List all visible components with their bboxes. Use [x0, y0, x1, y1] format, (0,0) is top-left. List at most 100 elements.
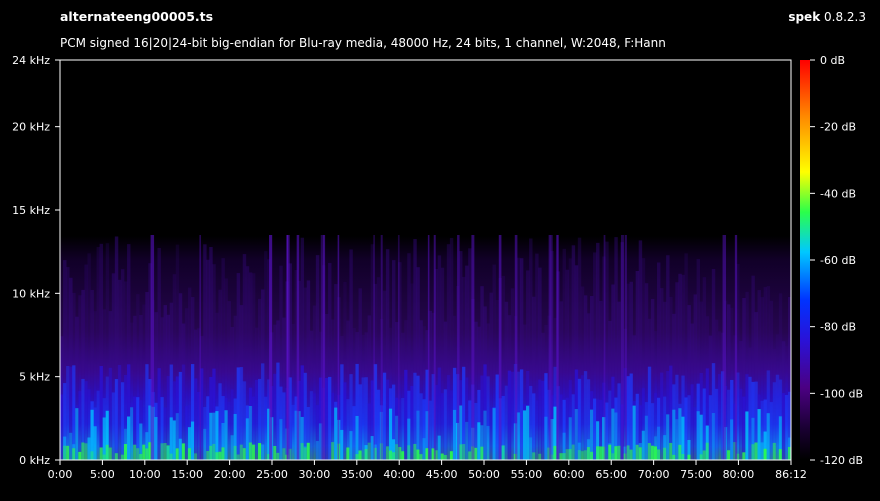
y-tick-label: 20 kHz [12, 121, 50, 134]
spectrogram-column [184, 406, 189, 460]
spectrogram-column [352, 406, 356, 460]
spectrogram-column [276, 452, 280, 460]
spectrogram-column [583, 450, 588, 460]
spectrogram-column [221, 447, 225, 460]
spectrogram-column [766, 413, 771, 460]
spectrogram-column [157, 368, 161, 460]
spectrogram-column [617, 445, 621, 460]
spectrogram-column [784, 394, 789, 460]
spectrogram-column [78, 451, 82, 460]
spectrogram-streak [471, 235, 475, 460]
spectrogram-column [108, 367, 113, 460]
spectrogram-column [72, 448, 76, 460]
spectrogram-column [206, 396, 210, 460]
x-tick-label: 25:00 [256, 468, 288, 481]
spectrogram-column [727, 389, 731, 460]
spectrogram-column [324, 378, 329, 460]
spectrogram-column [529, 437, 533, 460]
spectrogram-column [565, 449, 570, 460]
x-tick-label: 0:00 [48, 468, 73, 481]
spectrogram-column [410, 386, 414, 460]
spectrogram-column [401, 451, 405, 460]
spectrogram-column [130, 407, 134, 460]
spectrogram-column [303, 447, 308, 460]
spectrogram-column [580, 451, 585, 460]
spectrogram-column [577, 450, 582, 460]
spectrogram-column [522, 410, 527, 460]
spectrogram-column [401, 397, 405, 460]
spectrogram-column [599, 446, 603, 460]
y-tick-label: 24 kHz [12, 54, 50, 67]
spectrogram-column [684, 397, 688, 460]
spectrogram-column [669, 442, 673, 460]
spectrogram-column [248, 442, 253, 460]
spectrogram-streak [548, 235, 552, 460]
spectrogram-column [172, 420, 177, 460]
spectrogram-column [672, 409, 676, 460]
colorbar-tick-label: -100 dB [820, 387, 863, 400]
spectrogram-column [236, 454, 241, 460]
spectrogram-column [693, 407, 697, 460]
spectrogram-column [87, 437, 91, 460]
x-tick-label: 65:00 [595, 468, 627, 481]
spectrogram-streak [150, 235, 155, 460]
x-tick-label: 45:00 [426, 468, 458, 481]
spectrogram-column [407, 445, 411, 460]
spectrogram-column [538, 453, 542, 460]
spectrogram-column [133, 444, 137, 460]
spectrogram-column [781, 393, 786, 460]
spectrogram-column [739, 388, 743, 460]
spectrogram-column [440, 393, 445, 460]
spectrogram-column [605, 402, 609, 460]
spectrogram-column [90, 451, 94, 460]
spectrogram-chart: 0:00 5:00 10:00 15:00 20:00 25:00 30:00 35:00 40… [12, 54, 863, 481]
spectrogram-streak [556, 235, 559, 460]
spectrogram-column [123, 444, 128, 460]
spectrogram-column [504, 385, 509, 460]
colorbar-tick-label: -120 dB [820, 454, 863, 467]
spectrogram-column [127, 416, 131, 460]
spectrogram-column [583, 371, 588, 460]
spectrogram-streak [380, 235, 383, 460]
spectrogram-column [675, 419, 679, 460]
spectrogram-column [635, 444, 640, 460]
spectrogram-column [626, 445, 630, 460]
spectrogram-column [306, 442, 311, 460]
spectrogram-column [629, 373, 634, 460]
spectrogram-column [388, 450, 393, 460]
spectrogram-column [315, 441, 320, 460]
spectrogram-column [449, 390, 454, 460]
spectrogram-column [772, 442, 777, 460]
spectrogram-column [717, 374, 722, 460]
spectrogram-column [632, 405, 637, 460]
spectrogram-column [663, 447, 667, 460]
spectrogram-column [660, 372, 664, 460]
spectrogram-column [96, 390, 100, 460]
x-tick-label: 60:00 [553, 468, 585, 481]
x-tick-label: 40:00 [383, 468, 415, 481]
spectrogram-column [206, 451, 210, 460]
spectrogram-column [194, 378, 198, 460]
spectrogram-column [419, 393, 423, 460]
spectrogram-column [656, 449, 661, 460]
spectrogram-column [291, 404, 295, 460]
spectrogram-column [102, 417, 107, 460]
spectrogram-column [69, 432, 73, 460]
spectrogram-column [495, 374, 499, 460]
spectrogram-column [218, 383, 222, 460]
spectrogram-column [544, 416, 548, 460]
spectrogram-column [711, 413, 716, 460]
spectrogram-column [233, 445, 238, 460]
spectrogram-column [653, 446, 658, 460]
colorbar-tick-label: -20 dB [820, 121, 856, 134]
spectrogram-column [507, 370, 512, 460]
spectrogram-column [763, 448, 768, 460]
db-colorbar-axis: 0 dB -20 dB -40 dB -60 dB -80 dB -100 dB -120 … [810, 54, 863, 467]
x-tick-label: 20:00 [214, 468, 246, 481]
spectrogram-column [647, 443, 652, 460]
spectrogram-column [468, 400, 472, 460]
spectrogram-streak [514, 235, 518, 460]
spectrogram-column [391, 452, 396, 460]
x-tick-label: 50:00 [468, 468, 500, 481]
spectrogram-column [611, 408, 615, 460]
